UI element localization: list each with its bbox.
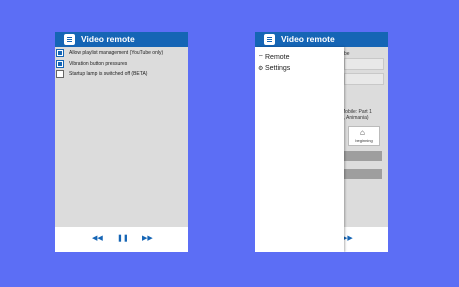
drawer-screen: Video remote be Mobile: Part 1 s, Animan…	[255, 32, 388, 252]
home-icon: ⌂	[360, 128, 365, 137]
beginning-button[interactable]: ⌂ beginning	[348, 126, 380, 146]
setting-label: Vibration button pressures	[69, 61, 128, 67]
startup-lamp-checkbox[interactable]	[56, 70, 64, 78]
setting-label: Startup lamp is switched off (BETA)	[69, 71, 148, 77]
next-button[interactable]: ▶▶	[142, 234, 153, 244]
play-pause-button[interactable]: ❚❚	[117, 234, 129, 244]
menu-button[interactable]	[264, 34, 275, 45]
beginning-label: beginning	[355, 138, 373, 143]
video-title-text: s, Animania)	[341, 115, 369, 121]
navigation-drawer: ⌔ Remote ⚙ Settings	[255, 47, 344, 252]
drawer-item-label: Remote	[265, 54, 290, 61]
settings-screen: Video remote Allow playlist management (…	[55, 32, 188, 252]
setting-label: Allow playlist management (YouTube only)	[69, 50, 164, 56]
app-title: Video remote	[81, 34, 135, 44]
playlist-management-checkbox[interactable]	[56, 49, 64, 57]
background-field	[344, 58, 384, 70]
background-button[interactable]	[344, 151, 382, 161]
remote-icon: ⌔	[258, 55, 264, 61]
playback-controls: ◀◀ ❚❚ ▶▶	[55, 227, 188, 252]
previous-button[interactable]: ◀◀	[92, 234, 103, 244]
vibration-checkbox[interactable]	[56, 60, 64, 68]
menu-button[interactable]	[64, 34, 75, 45]
app-bar: Video remote	[55, 32, 188, 47]
app-title: Video remote	[281, 34, 335, 44]
app-bar: Video remote	[255, 32, 388, 47]
background-field	[344, 73, 384, 85]
background-button[interactable]	[344, 169, 382, 179]
gear-icon: ⚙	[258, 66, 264, 72]
background-text: be	[344, 51, 350, 57]
drawer-item-label: Settings	[265, 65, 291, 72]
